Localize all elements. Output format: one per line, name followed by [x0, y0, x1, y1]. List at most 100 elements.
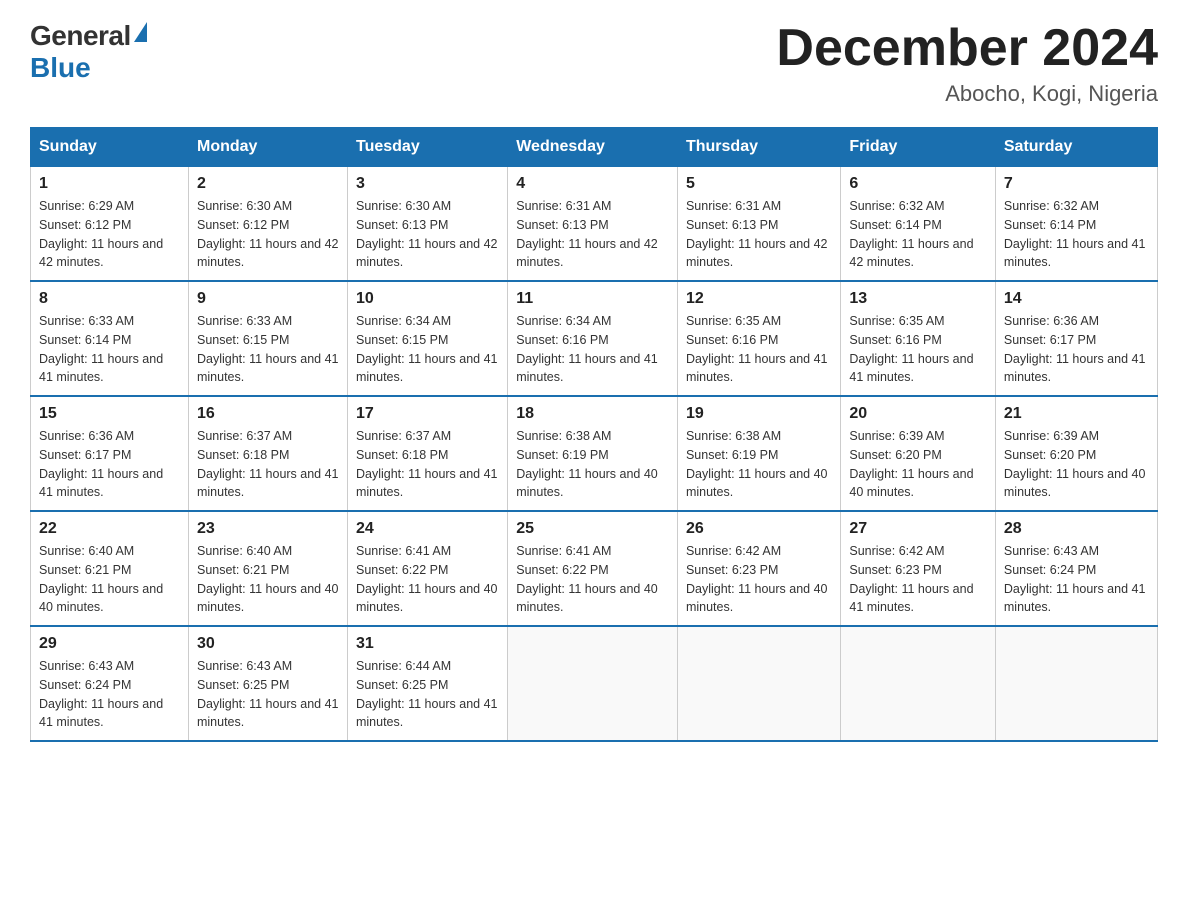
header-monday: Monday — [188, 128, 347, 167]
calendar-cell: 15 Sunrise: 6:36 AMSunset: 6:17 PMDayligh… — [31, 396, 189, 511]
calendar-cell: 7Sunrise: 6:32 AMSunset: 6:14 PMDaylight… — [995, 167, 1157, 282]
day-number: 10 — [356, 290, 499, 308]
day-info: Sunrise: 6:36 AMSunset: 6:17 PMDaylight:… — [1004, 312, 1149, 387]
day-info: Sunrise: 6:30 AMSunset: 6:12 PMDaylight:… — [197, 197, 339, 272]
day-info: Sunrise: 6:33 AMSunset: 6:15 PMDaylight:… — [197, 312, 339, 387]
calendar-cell: 21 Sunrise: 6:39 AMSunset: 6:20 PMDayligh… — [995, 396, 1157, 511]
calendar-cell: 30 Sunrise: 6:43 AMSunset: 6:25 PMDayligh… — [188, 626, 347, 741]
day-number: 15 — [39, 405, 180, 423]
day-info: Sunrise: 6:41 AMSunset: 6:22 PMDaylight:… — [516, 542, 669, 617]
day-number: 22 — [39, 520, 180, 538]
day-number: 21 — [1004, 405, 1149, 423]
day-number: 28 — [1004, 520, 1149, 538]
day-info: Sunrise: 6:35 AMSunset: 6:16 PMDaylight:… — [686, 312, 832, 387]
day-info: Sunrise: 6:36 AMSunset: 6:17 PMDaylight:… — [39, 427, 180, 502]
day-info: Sunrise: 6:32 AMSunset: 6:14 PMDaylight:… — [849, 197, 987, 272]
day-number: 6 — [849, 175, 987, 193]
day-info: Sunrise: 6:38 AMSunset: 6:19 PMDaylight:… — [686, 427, 832, 502]
day-info: Sunrise: 6:39 AMSunset: 6:20 PMDaylight:… — [1004, 427, 1149, 502]
day-number: 23 — [197, 520, 339, 538]
day-info: Sunrise: 6:43 AMSunset: 6:24 PMDaylight:… — [1004, 542, 1149, 617]
calendar-cell: 4 Sunrise: 6:31 AMSunset: 6:13 PMDaylight… — [508, 167, 678, 282]
calendar-week-row: 1Sunrise: 6:29 AMSunset: 6:12 PMDaylight… — [31, 167, 1158, 282]
calendar-cell: 2 Sunrise: 6:30 AMSunset: 6:12 PMDaylight… — [188, 167, 347, 282]
day-number: 13 — [849, 290, 987, 308]
calendar-cell: 27 Sunrise: 6:42 AMSunset: 6:23 PMDayligh… — [841, 511, 996, 626]
day-number: 31 — [356, 635, 499, 653]
day-number: 27 — [849, 520, 987, 538]
day-info: Sunrise: 6:33 AMSunset: 6:14 PMDaylight:… — [39, 312, 180, 387]
day-info: Sunrise: 6:43 AMSunset: 6:25 PMDaylight:… — [197, 657, 339, 732]
day-info: Sunrise: 6:43 AMSunset: 6:24 PMDaylight:… — [39, 657, 180, 732]
day-number: 20 — [849, 405, 987, 423]
calendar-week-row: 29 Sunrise: 6:43 AMSunset: 6:24 PMDayligh… — [31, 626, 1158, 741]
logo-triangle-icon — [134, 22, 147, 42]
calendar-week-row: 15 Sunrise: 6:36 AMSunset: 6:17 PMDayligh… — [31, 396, 1158, 511]
calendar-cell: 5Sunrise: 6:31 AMSunset: 6:13 PMDaylight… — [677, 167, 840, 282]
calendar-cell: 25 Sunrise: 6:41 AMSunset: 6:22 PMDayligh… — [508, 511, 678, 626]
day-info: Sunrise: 6:44 AMSunset: 6:25 PMDaylight:… — [356, 657, 499, 732]
header-wednesday: Wednesday — [508, 128, 678, 167]
day-number: 25 — [516, 520, 669, 538]
day-number: 26 — [686, 520, 832, 538]
calendar-cell: 11 Sunrise: 6:34 AMSunset: 6:16 PMDayligh… — [508, 281, 678, 396]
day-info: Sunrise: 6:37 AMSunset: 6:18 PMDaylight:… — [356, 427, 499, 502]
logo-general-text: General — [30, 20, 131, 52]
calendar-cell: 9Sunrise: 6:33 AMSunset: 6:15 PMDaylight… — [188, 281, 347, 396]
calendar-cell: 16Sunrise: 6:37 AMSunset: 6:18 PMDayligh… — [188, 396, 347, 511]
calendar-cell: 23 Sunrise: 6:40 AMSunset: 6:21 PMDayligh… — [188, 511, 347, 626]
logo: General Blue — [30, 20, 147, 84]
calendar-cell: 1Sunrise: 6:29 AMSunset: 6:12 PMDaylight… — [31, 167, 189, 282]
day-number: 30 — [197, 635, 339, 653]
calendar-cell: 17 Sunrise: 6:37 AMSunset: 6:18 PMDayligh… — [347, 396, 507, 511]
day-info: Sunrise: 6:31 AMSunset: 6:13 PMDaylight:… — [686, 197, 832, 272]
header-thursday: Thursday — [677, 128, 840, 167]
calendar-cell: 31 Sunrise: 6:44 AMSunset: 6:25 PMDayligh… — [347, 626, 507, 741]
day-number: 2 — [197, 175, 339, 193]
calendar-cell: 29 Sunrise: 6:43 AMSunset: 6:24 PMDayligh… — [31, 626, 189, 741]
calendar-cell — [995, 626, 1157, 741]
day-number: 18 — [516, 405, 669, 423]
calendar-header-row: SundayMondayTuesdayWednesdayThursdayFrid… — [31, 128, 1158, 167]
day-number: 17 — [356, 405, 499, 423]
day-number: 19 — [686, 405, 832, 423]
location-subtitle: Abocho, Kogi, Nigeria — [776, 81, 1158, 107]
day-number: 11 — [516, 290, 669, 308]
day-info: Sunrise: 6:32 AMSunset: 6:14 PMDaylight:… — [1004, 197, 1149, 272]
logo-blue-text: Blue — [30, 52, 91, 84]
day-info: Sunrise: 6:37 AMSunset: 6:18 PMDaylight:… — [197, 427, 339, 502]
calendar-cell — [841, 626, 996, 741]
calendar-cell: 24 Sunrise: 6:41 AMSunset: 6:22 PMDayligh… — [347, 511, 507, 626]
day-info: Sunrise: 6:42 AMSunset: 6:23 PMDaylight:… — [686, 542, 832, 617]
calendar-cell: 20 Sunrise: 6:39 AMSunset: 6:20 PMDayligh… — [841, 396, 996, 511]
calendar-cell: 12 Sunrise: 6:35 AMSunset: 6:16 PMDayligh… — [677, 281, 840, 396]
calendar-cell: 10Sunrise: 6:34 AMSunset: 6:15 PMDayligh… — [347, 281, 507, 396]
calendar-table: SundayMondayTuesdayWednesdayThursdayFrid… — [30, 127, 1158, 742]
calendar-week-row: 8 Sunrise: 6:33 AMSunset: 6:14 PMDaylight… — [31, 281, 1158, 396]
day-info: Sunrise: 6:39 AMSunset: 6:20 PMDaylight:… — [849, 427, 987, 502]
calendar-cell: 6 Sunrise: 6:32 AMSunset: 6:14 PMDaylight… — [841, 167, 996, 282]
day-number: 14 — [1004, 290, 1149, 308]
day-number: 4 — [516, 175, 669, 193]
calendar-week-row: 22 Sunrise: 6:40 AMSunset: 6:21 PMDayligh… — [31, 511, 1158, 626]
day-number: 24 — [356, 520, 499, 538]
day-number: 29 — [39, 635, 180, 653]
title-block: December 2024 Abocho, Kogi, Nigeria — [776, 20, 1158, 107]
page-header: General Blue December 2024 Abocho, Kogi,… — [30, 20, 1158, 107]
day-info: Sunrise: 6:34 AMSunset: 6:16 PMDaylight:… — [516, 312, 669, 387]
calendar-cell: 19 Sunrise: 6:38 AMSunset: 6:19 PMDayligh… — [677, 396, 840, 511]
day-info: Sunrise: 6:35 AMSunset: 6:16 PMDaylight:… — [849, 312, 987, 387]
calendar-cell — [508, 626, 678, 741]
calendar-cell: 18 Sunrise: 6:38 AMSunset: 6:19 PMDayligh… — [508, 396, 678, 511]
calendar-cell: 3Sunrise: 6:30 AMSunset: 6:13 PMDaylight… — [347, 167, 507, 282]
day-info: Sunrise: 6:41 AMSunset: 6:22 PMDaylight:… — [356, 542, 499, 617]
calendar-cell — [677, 626, 840, 741]
day-info: Sunrise: 6:42 AMSunset: 6:23 PMDaylight:… — [849, 542, 987, 617]
day-info: Sunrise: 6:38 AMSunset: 6:19 PMDaylight:… — [516, 427, 669, 502]
month-title: December 2024 — [776, 20, 1158, 77]
day-number: 8 — [39, 290, 180, 308]
day-info: Sunrise: 6:30 AMSunset: 6:13 PMDaylight:… — [356, 197, 499, 272]
day-number: 12 — [686, 290, 832, 308]
day-info: Sunrise: 6:31 AMSunset: 6:13 PMDaylight:… — [516, 197, 669, 272]
day-info: Sunrise: 6:40 AMSunset: 6:21 PMDaylight:… — [197, 542, 339, 617]
